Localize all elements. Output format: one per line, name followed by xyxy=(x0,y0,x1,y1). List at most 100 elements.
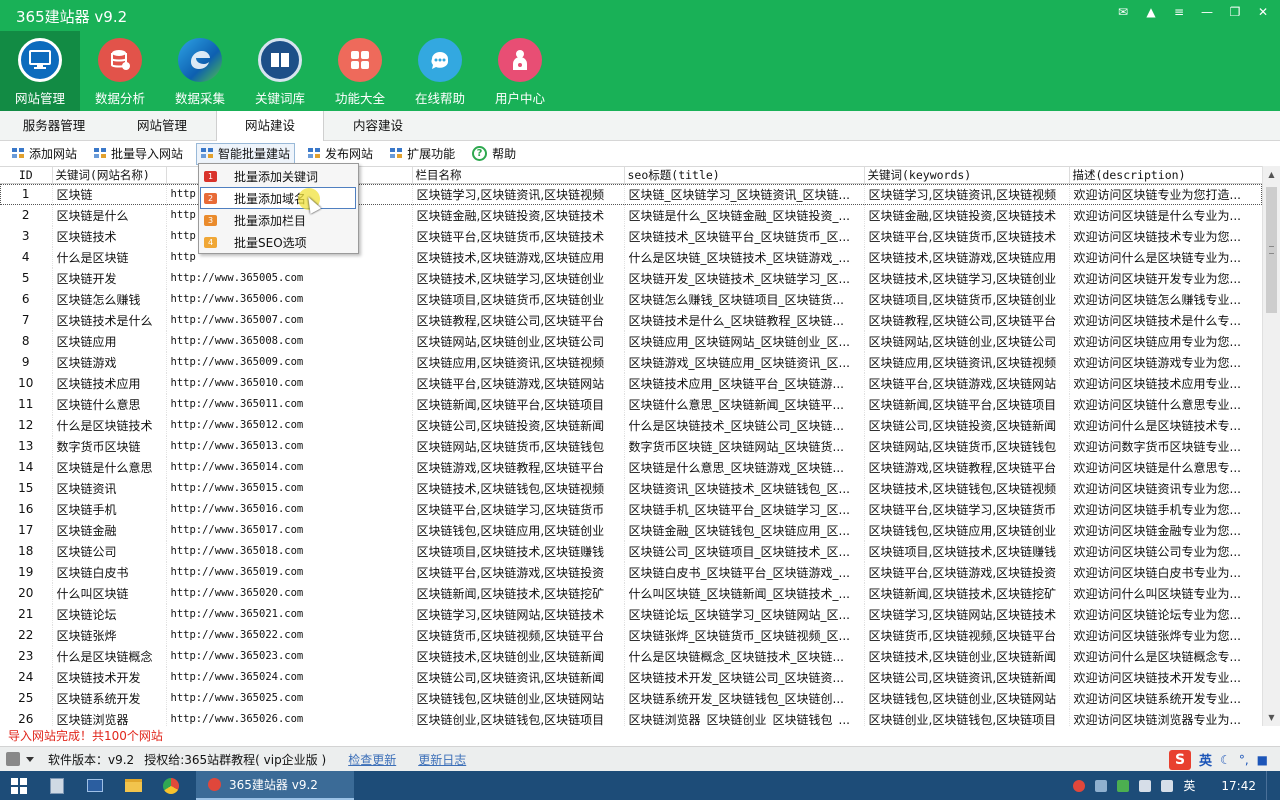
tray-app-icon[interactable] xyxy=(1095,779,1108,792)
tray-apple-icon[interactable] xyxy=(1073,779,1086,792)
scrollbar-thumb[interactable] xyxy=(1266,187,1277,313)
windows-start-icon[interactable] xyxy=(0,771,38,800)
cell-id: 21 xyxy=(0,603,53,625)
tab-site-management[interactable]: 网站管理 xyxy=(108,111,216,141)
show-desktop-button[interactable] xyxy=(1266,771,1272,800)
nav-data-analysis[interactable]: 数据分析 xyxy=(80,31,160,111)
table-row[interactable]: 13 数字货币区块链 http://www.365013.com 区块链网站,区块链货… xyxy=(0,435,1262,457)
column-header-category[interactable]: 栏目名称 xyxy=(412,167,625,184)
settings-icon[interactable] xyxy=(6,752,20,766)
column-header-description[interactable]: 描述(description) xyxy=(1069,167,1262,184)
taskbar-app-365[interactable]: 365建站器 v9.2 xyxy=(196,771,354,800)
clock[interactable]: 17:42 xyxy=(1221,779,1256,793)
table-row[interactable]: 18 区块链公司 http://www.365018.com 区块链项目,区块链技术,… xyxy=(0,540,1262,562)
table-row[interactable]: 15 区块链资讯 http://www.365015.com 区块链技术,区块链钱包,… xyxy=(0,477,1262,499)
tab-server-management[interactable]: 服务器管理 xyxy=(0,111,108,141)
add-site-button[interactable]: 添加网站 xyxy=(8,143,81,165)
nav-online-help[interactable]: 在线帮助 xyxy=(400,31,480,111)
table-row[interactable]: 26 区块链浏览器 http://www.365026.com 区块链创业,区块链钱包… xyxy=(0,708,1262,726)
publish-site-button[interactable]: 发布网站 xyxy=(304,143,377,165)
table-row[interactable]: 1 区块链 http 区块链学习,区块链资讯,区块链视频 区块链_区块链学习_区块链资讯… xyxy=(0,183,1262,205)
extensions-button[interactable]: 扩展功能 xyxy=(386,143,459,165)
cell-keywords: 区块链项目,区块链货币,区块链创业 xyxy=(864,288,1070,310)
table-row[interactable]: 7 区块链技术是什么 http://www.365007.com 区块链教程,区块链公… xyxy=(0,309,1262,331)
table-row[interactable]: 17 区块链金融 http://www.365017.com 区块链钱包,区块链应用,… xyxy=(0,519,1262,541)
scroll-down-icon[interactable]: ▼ xyxy=(1263,709,1280,726)
table-row[interactable]: 3 区块链技术 http 区块链平台,区块链货币,区块链技术 区块链技术_区块链平台_区… xyxy=(0,225,1262,247)
cell-keyword: 区块链金融 xyxy=(52,519,167,541)
table-row[interactable]: 9 区块链游戏 http://www.365009.com 区块链应用,区块链资讯,区… xyxy=(0,351,1262,373)
message-icon[interactable]: ✉ xyxy=(1116,4,1130,20)
help-button[interactable]: ? 帮助 xyxy=(468,143,520,165)
table-row[interactable]: 10 区块链技术应用 http://www.365010.com 区块链平台,区块链游… xyxy=(0,372,1262,394)
powershell-icon[interactable] xyxy=(76,771,114,800)
nav-site-management[interactable]: 网站管理 xyxy=(0,31,80,111)
cell-category: 区块链学习,区块链资讯,区块链视频 xyxy=(412,183,625,205)
volume-icon[interactable] xyxy=(1161,779,1174,792)
cell-id: 15 xyxy=(0,477,53,499)
table-row[interactable]: 6 区块链怎么赚钱 http://www.365006.com 区块链项目,区块链货币… xyxy=(0,288,1262,310)
sogou-ime-icon[interactable]: S xyxy=(1169,749,1192,770)
tab-site-building[interactable]: 网站建设 xyxy=(216,111,324,142)
restore-icon[interactable]: ❐ xyxy=(1228,4,1242,20)
vertical-scrollbar[interactable]: ▲ ▼ xyxy=(1262,166,1280,726)
menu-item-batch-add-domains[interactable]: 2 批量添加域名 xyxy=(200,187,356,209)
table-row[interactable]: 11 区块链什么意思 http://www.365011.com 区块链新闻,区块链平… xyxy=(0,393,1262,415)
table-row[interactable]: 24 区块链技术开发 http://www.365024.com 区块链公司,区块链资… xyxy=(0,666,1262,688)
tab-content-building[interactable]: 内容建设 xyxy=(324,111,432,141)
menu-icon[interactable]: ≡ xyxy=(1172,4,1186,20)
column-header-keywords[interactable]: 关键词(keywords) xyxy=(864,167,1070,184)
chrome-icon[interactable] xyxy=(152,771,190,800)
close-icon[interactable]: ✕ xyxy=(1256,4,1270,20)
cell-category: 区块链网站,区块链货币,区块链钱包 xyxy=(412,435,625,457)
table-row[interactable]: 23 什么是区块链概念 http://www.365023.com 区块链技术,区块链… xyxy=(0,645,1262,667)
table-row[interactable]: 16 区块链手机 http://www.365016.com 区块链平台,区块链学习,… xyxy=(0,498,1262,520)
moon-icon[interactable]: ☾ xyxy=(1220,753,1231,767)
cell-seo-title: 区块链是什么意思_区块链游戏_区块链... xyxy=(624,456,865,478)
nav-keyword-library[interactable]: 关键词库 xyxy=(240,31,320,111)
nav-user-center[interactable]: 用户中心 xyxy=(480,31,560,111)
cell-keywords: 区块链学习,区块链网站,区块链技术 xyxy=(864,603,1070,625)
table-row[interactable]: 2 区块链是什么 http 区块链金融,区块链投资,区块链技术 区块链是什么_区块链金融… xyxy=(0,204,1262,226)
changelog-link[interactable]: 更新日志 xyxy=(418,751,466,768)
cell-keyword: 什么叫区块链 xyxy=(52,582,167,604)
scroll-up-icon[interactable]: ▲ xyxy=(1263,166,1280,183)
nav-data-collection[interactable]: 数据采集 xyxy=(160,31,240,111)
check-update-link[interactable]: 检查更新 xyxy=(348,751,396,768)
server-manager-icon[interactable] xyxy=(38,771,76,800)
menu-item-batch-seo-options[interactable]: 4 批量SEO选项 xyxy=(199,231,358,253)
minimize-icon[interactable]: — xyxy=(1200,4,1214,20)
toolbar-label: 智能批量建站 xyxy=(218,147,291,161)
table-row[interactable]: 21 区块链论坛 http://www.365021.com 区块链学习,区块链网站,… xyxy=(0,603,1262,625)
table-row[interactable]: 4 什么是区块链 http 区块链技术,区块链游戏,区块链应用 什么是区块链_区块链技术… xyxy=(0,246,1262,268)
column-header-seo-title[interactable]: seo标题(title) xyxy=(624,167,865,184)
table-row[interactable]: 22 区块链张烨 http://www.365022.com 区块链货币,区块链视频,… xyxy=(0,624,1262,646)
ime-indicator[interactable]: 英 xyxy=(1183,777,1195,794)
chevron-down-icon[interactable] xyxy=(26,756,34,762)
batch-import-sites-button[interactable]: 批量导入网站 xyxy=(90,143,187,165)
table-row[interactable]: 12 什么是区块链技术 http://www.365012.com 区块链公司,区块链… xyxy=(0,414,1262,436)
column-header-id[interactable]: ID xyxy=(0,167,53,184)
nav-all-features[interactable]: 功能大全 xyxy=(320,31,400,111)
punctuation-icon[interactable]: °, xyxy=(1239,753,1249,767)
tray-security-icon[interactable] xyxy=(1117,779,1130,792)
cell-keywords: 区块链网站,区块链创业,区块链公司 xyxy=(864,330,1070,352)
network-icon[interactable] xyxy=(1139,779,1152,792)
cell-id: 23 xyxy=(0,645,53,667)
cell-id: 24 xyxy=(0,666,53,688)
skin-icon[interactable]: ■ xyxy=(1257,753,1268,767)
menu-item-batch-add-categories[interactable]: 3 批量添加栏目 xyxy=(199,209,358,231)
table-row[interactable]: 25 区块链系统开发 http://www.365025.com 区块链钱包,区块链创… xyxy=(0,687,1262,709)
table-row[interactable]: 8 区块链应用 http://www.365008.com 区块链网站,区块链创业,区… xyxy=(0,330,1262,352)
shirt-icon[interactable]: ▲ xyxy=(1144,4,1158,20)
menu-item-batch-add-keywords[interactable]: 1 批量添加关键词 xyxy=(199,165,358,187)
file-explorer-icon[interactable] xyxy=(114,771,152,800)
table-row[interactable]: 19 区块链白皮书 http://www.365019.com 区块链平台,区块链游戏… xyxy=(0,561,1262,583)
table-row[interactable]: 20 什么叫区块链 http://www.365020.com 区块链新闻,区块链技术… xyxy=(0,582,1262,604)
table-row[interactable]: 5 区块链开发 http://www.365005.com 区块链技术,区块链学习,区… xyxy=(0,267,1262,289)
ime-language-indicator[interactable]: 英 xyxy=(1199,750,1212,769)
smart-batch-build-button[interactable]: 智能批量建站 xyxy=(196,142,296,165)
cell-keywords: 区块链公司,区块链资讯,区块链新闻 xyxy=(864,666,1070,688)
table-row[interactable]: 14 区块链是什么意思 http://www.365014.com 区块链游戏,区块链… xyxy=(0,456,1262,478)
column-header-keyword[interactable]: 关键词(网站名称) xyxy=(52,167,167,184)
